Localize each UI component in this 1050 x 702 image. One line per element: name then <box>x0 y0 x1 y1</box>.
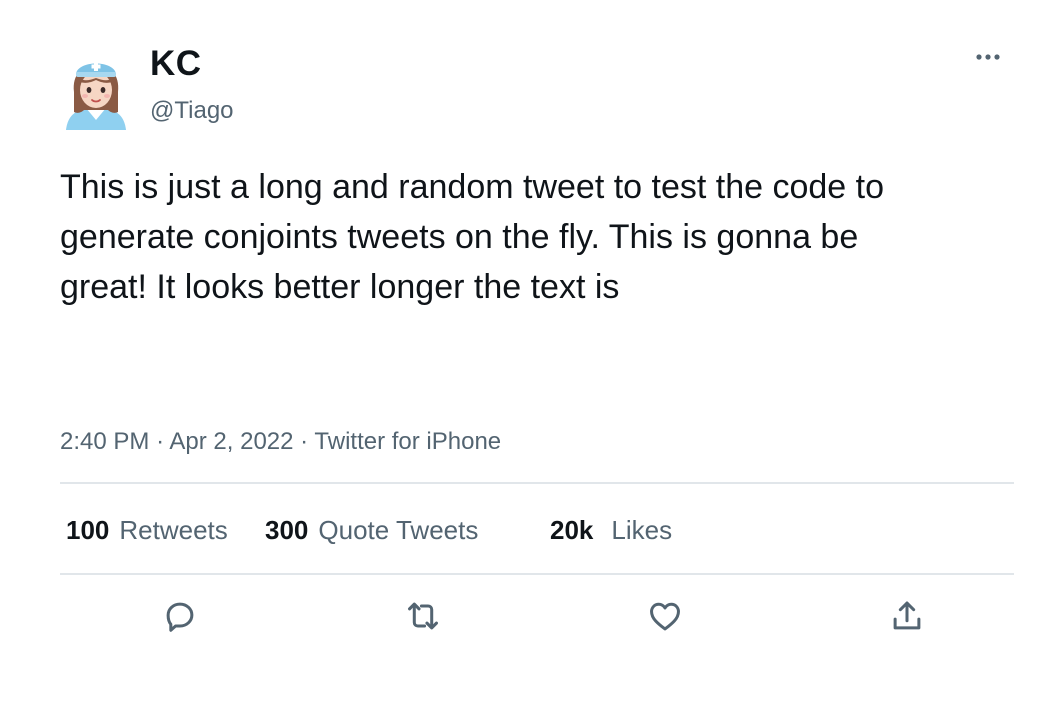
tweet-metadata: 2:40 PM · Apr 2, 2022 · Twitter for iPho… <box>60 427 501 457</box>
nurse-avatar-icon <box>66 62 126 130</box>
likes-label: Likes <box>611 515 673 545</box>
divider-top <box>60 482 1014 484</box>
divider-bottom <box>60 573 1014 575</box>
like-button[interactable] <box>643 594 687 638</box>
tweet-time[interactable]: 2:40 PM <box>60 428 149 455</box>
more-options-icon <box>976 54 1000 60</box>
engagement-stats: 100 Retweets 300 Quote Tweets 20k Likes <box>0 513 1050 549</box>
share-button[interactable] <box>885 594 929 638</box>
quote-tweets-count: 300 <box>265 515 309 545</box>
retweets-stat[interactable]: 100 Retweets <box>66 513 228 547</box>
action-bar <box>0 594 1050 638</box>
tweet-source[interactable]: Twitter for iPhone <box>314 428 501 455</box>
like-heart-icon <box>650 602 680 631</box>
meta-separator: · <box>300 428 309 455</box>
author-display-name[interactable]: KC <box>150 44 202 84</box>
retweets-label: Retweets <box>119 515 228 545</box>
likes-count: 20k <box>550 515 594 545</box>
tweet-date[interactable]: Apr 2, 2022 <box>169 428 293 455</box>
author-handle[interactable]: @Tiago <box>150 97 234 125</box>
quote-tweets-stat[interactable]: 300 Quote Tweets <box>265 513 478 547</box>
share-icon <box>893 601 921 630</box>
more-options-button[interactable] <box>968 42 1008 72</box>
reply-icon <box>166 602 194 632</box>
tweet-text: This is just a long and random tweet to … <box>60 168 885 306</box>
meta-separator: · <box>156 428 165 455</box>
retweet-icon <box>408 602 438 630</box>
retweet-button[interactable] <box>401 594 445 638</box>
reply-button[interactable] <box>158 594 202 638</box>
quote-tweets-label: Quote Tweets <box>318 515 479 545</box>
tweet-card: KC @Tiago This is just a long and random… <box>0 0 1050 702</box>
author-avatar[interactable] <box>62 52 130 132</box>
likes-stat[interactable]: 20k Likes <box>550 513 672 547</box>
retweets-count: 100 <box>66 515 110 545</box>
